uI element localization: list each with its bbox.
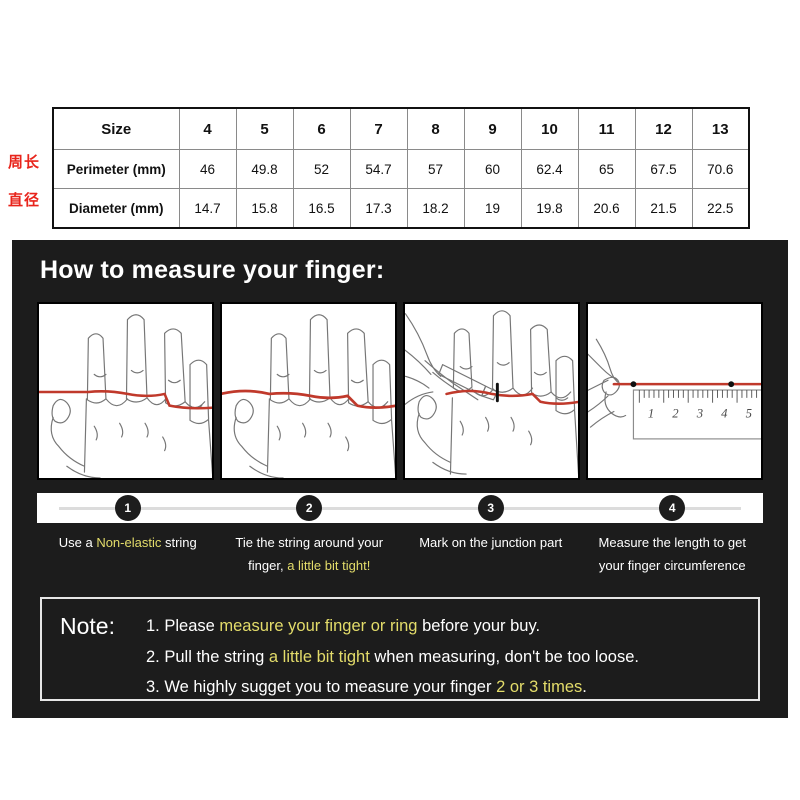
- ring-size-table: Size 4 5 6 7 8 9 10 11 12 13 Perimeter (…: [52, 107, 750, 229]
- row-header-size: Size: [52, 107, 180, 150]
- note-text: before your buy.: [417, 617, 541, 635]
- svg-text:4: 4: [721, 406, 728, 420]
- note-list: 1. Please measure your finger or ring be…: [146, 611, 746, 703]
- cell-diameter: 20.6: [577, 188, 636, 229]
- cell-size: 10: [520, 107, 579, 150]
- note-text: 1. Please: [146, 617, 220, 635]
- step-caption-1: Use a Non-elastic string: [37, 531, 219, 577]
- steps-progress-bar: 1 2 3 4: [37, 493, 763, 523]
- illustration-hand-string-draped: [37, 302, 214, 480]
- note-box: Note: 1. Please measure your finger or r…: [40, 597, 760, 701]
- cell-diameter: 18.2: [406, 188, 465, 229]
- hand-outline-icon: [222, 314, 395, 478]
- svg-text:5: 5: [746, 406, 752, 420]
- hand-with-pen-icon: [405, 310, 578, 475]
- svg-text:3: 3: [696, 406, 703, 420]
- panel-title: How to measure your finger:: [40, 256, 385, 284]
- cell-size: 5: [235, 107, 294, 150]
- cell-diameter: 17.3: [349, 188, 408, 229]
- step-caption-2: Tie the string around your finger, a lit…: [219, 531, 401, 577]
- cell-diameter: 19.8: [520, 188, 579, 229]
- cell-diameter: 14.7: [178, 188, 237, 229]
- note-item: 1. Please measure your finger or ring be…: [146, 611, 746, 642]
- illustration-string-tied: [220, 302, 397, 480]
- hand-outline-icon: [39, 314, 212, 478]
- progress-track: [58, 507, 742, 510]
- string-endpoint-dot: [630, 381, 637, 388]
- cell-perimeter: 70.6: [691, 149, 750, 189]
- note-highlight: measure your finger or ring: [219, 617, 418, 635]
- cell-perimeter: 57: [406, 149, 465, 189]
- cell-size: 4: [178, 107, 237, 150]
- step-caption-highlight: a little bit tight!: [287, 558, 371, 573]
- step-marker-1[interactable]: 1: [115, 496, 140, 520]
- cell-perimeter: 65: [577, 149, 636, 189]
- perimeter-chinese-label: 周长: [8, 153, 41, 171]
- cell-perimeter: 60: [463, 149, 522, 189]
- note-item: 3. We highly sugget you to measure your …: [146, 672, 746, 703]
- step-caption-text: Use a: [58, 535, 97, 550]
- cell-diameter: 22.5: [691, 188, 750, 229]
- step-caption-text: string: [161, 535, 197, 550]
- note-highlight: 2 or 3 times: [496, 678, 583, 696]
- step-caption-4: Measure the length to get your finger ci…: [582, 531, 764, 577]
- cell-perimeter: 49.8: [235, 149, 294, 189]
- step-caption-text: finger,: [248, 558, 288, 573]
- step-marker-3[interactable]: 3: [478, 496, 503, 520]
- note-text: 2. Pull the string: [146, 647, 269, 666]
- step-marker-4[interactable]: 4: [660, 496, 685, 520]
- step-caption-3: Mark on the junction part: [400, 531, 582, 577]
- table-row-diameter: Diameter (mm) 14.7 15.8 16.5 17.3 18.2 1…: [52, 188, 750, 229]
- note-item: 2. Pull the string a little bit tight wh…: [146, 642, 746, 673]
- cell-size: 6: [292, 107, 351, 150]
- ruler-and-string-icon: 12 34 56: [588, 338, 761, 440]
- red-string: [222, 389, 395, 409]
- table-row-perimeter: Perimeter (mm) 46 49.8 52 54.7 57 60 62.…: [52, 149, 750, 189]
- cell-diameter: 16.5: [292, 188, 351, 229]
- step-caption-text: Measure the length to get: [598, 535, 746, 550]
- cell-perimeter: 54.7: [349, 149, 408, 189]
- step-captions: Use a Non-elastic string Tie the string …: [37, 531, 763, 577]
- measure-instructions-panel: How to measure your finger: 1 2 3 4 5 1 …: [12, 240, 788, 718]
- illustration-ruler-measure: 12 34 56: [586, 302, 763, 480]
- step-caption-text: Tie the string around your: [235, 535, 384, 550]
- illustration-mark-junction: [403, 302, 580, 480]
- row-header-perimeter: Perimeter (mm): [52, 149, 180, 189]
- ring-size-table-container: Size 4 5 6 7 8 9 10 11 12 13 Perimeter (…: [52, 107, 750, 229]
- red-string: [39, 390, 212, 410]
- note-highlight: a little bit tight: [268, 647, 370, 666]
- svg-text:1: 1: [648, 406, 654, 420]
- step-caption-highlight: Non-elastic: [96, 535, 162, 550]
- cell-size: 12: [634, 107, 693, 150]
- step-caption-text: your finger circumference: [598, 558, 746, 573]
- cell-perimeter: 46: [178, 149, 237, 189]
- row-header-diameter: Diameter (mm): [52, 188, 180, 229]
- cell-perimeter: 62.4: [520, 149, 579, 189]
- note-label: Note:: [60, 613, 115, 639]
- svg-text:2: 2: [672, 406, 679, 420]
- cell-diameter: 21.5: [634, 188, 693, 229]
- illustration-strip: 12 34 56: [37, 302, 763, 480]
- diameter-chinese-label: 直径: [8, 191, 41, 209]
- note-text: when measuring, don't be too loose.: [369, 647, 639, 666]
- cell-diameter: 15.8: [235, 188, 294, 229]
- note-text: .: [582, 678, 587, 696]
- step-caption-text: Mark on the junction part: [419, 535, 563, 550]
- cell-size: 13: [691, 107, 750, 150]
- cell-size: 7: [349, 107, 408, 150]
- cell-size: 11: [577, 107, 636, 150]
- cell-perimeter: 67.5: [634, 149, 693, 189]
- string-endpoint-dot: [728, 381, 735, 388]
- cell-perimeter: 52: [292, 149, 351, 189]
- cell-diameter: 19: [463, 188, 522, 229]
- note-text: 3. We highly sugget you to measure your …: [146, 678, 497, 696]
- cell-size: 8: [406, 107, 465, 150]
- step-marker-2[interactable]: 2: [297, 496, 322, 520]
- table-row-size: Size 4 5 6 7 8 9 10 11 12 13: [52, 107, 750, 150]
- cell-size: 9: [463, 107, 522, 150]
